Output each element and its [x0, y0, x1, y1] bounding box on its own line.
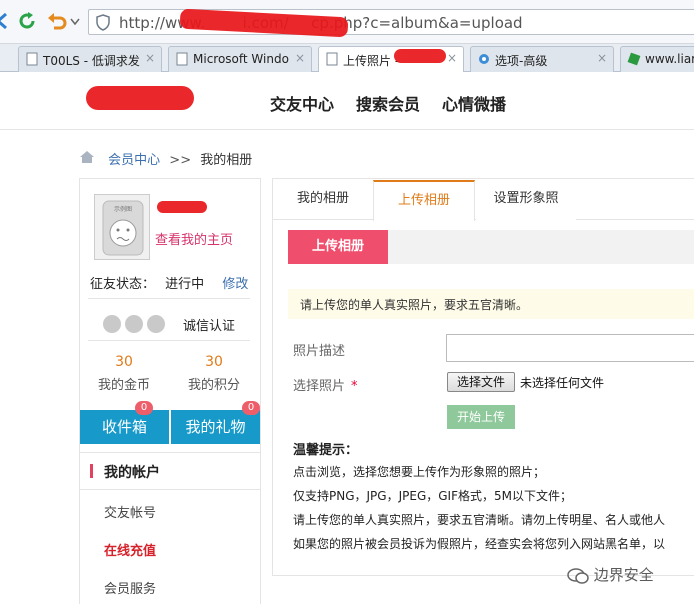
menu-dating-account[interactable]: 交友帐号 [104, 502, 156, 521]
gear-icon [479, 54, 489, 64]
required-mark: * [351, 379, 358, 394]
section-marker [90, 464, 93, 478]
close-icon[interactable]: × [295, 51, 305, 65]
address-bar[interactable]: http://www. i.com/ cp.php?c=album&a=uplo… [88, 9, 694, 35]
edit-status-link[interactable]: 修改 [222, 277, 248, 292]
tab-upload-album[interactable]: 上传相册 [373, 180, 475, 221]
divider [88, 340, 250, 341]
tip-line: 点击浏览，选择您想要上传作为形象照的照片； [293, 465, 546, 479]
nav-search-members[interactable]: 搜索会员 [356, 91, 420, 115]
message-icon [125, 315, 143, 333]
nav-mood-weibo[interactable]: 心情微播 [442, 91, 506, 115]
my-account-heading: 我的帐户 [104, 465, 160, 481]
default-avatar-icon: 示例图 [102, 200, 144, 256]
tab-my-album[interactable]: 我的相册 [273, 180, 373, 220]
dating-status-row: 征友状态： 进行中 修改 [90, 277, 249, 292]
inbox-count-badge: 0 [135, 401, 153, 415]
browser-toolbar: http://www. i.com/ cp.php?c=album&a=uplo… [0, 0, 694, 44]
choose-file-button[interactable]: 选择文件 [447, 372, 515, 392]
svg-text:示例图: 示例图 [114, 205, 132, 213]
close-icon[interactable]: × [145, 51, 155, 65]
view-homepage-link[interactable]: 查看我的主页 [155, 229, 233, 248]
tips-heading: 温馨提示： [293, 443, 359, 458]
page-icon [176, 52, 188, 66]
points-stat[interactable]: 30 我的积分 [174, 354, 254, 393]
chevron-down-icon[interactable] [70, 18, 80, 26]
close-icon[interactable]: × [597, 51, 607, 65]
start-upload-button[interactable]: 开始上传 [447, 405, 515, 429]
site-header: 交友中心 搜索会员 心情微播 [0, 72, 694, 130]
logo-redaction [86, 86, 194, 110]
menu-online-recharge[interactable]: 在线充值 [104, 540, 156, 559]
verification-icons [103, 315, 169, 333]
breadcrumb-member-center[interactable]: 会员中心 [108, 153, 160, 168]
gold-coins-stat[interactable]: 30 我的金币 [84, 354, 164, 393]
page-icon [326, 52, 338, 66]
avatar[interactable]: 示例图 [94, 194, 150, 260]
undo-icon[interactable] [46, 10, 68, 32]
page-icon [26, 52, 38, 66]
breadcrumb: 会员中心 >> 我的相册 [108, 153, 253, 168]
select-photo-label: 选择照片 * [293, 379, 358, 394]
breadcrumb-current: 我的相册 [200, 153, 253, 168]
tip-line: 如果您的照片被会员投诉为假照片，经查实会将您列入网站黑名单，以 [293, 537, 666, 551]
back-arrow-icon[interactable] [0, 10, 14, 32]
redaction-mark [394, 49, 446, 63]
status-value: 进行中 [165, 277, 205, 292]
wechat-icon [567, 567, 589, 584]
browser-tab-4[interactable]: 选项-高级 × [470, 46, 614, 72]
username-redaction [157, 201, 207, 213]
photo-description-label: 照片描述 [293, 344, 346, 359]
refresh-icon[interactable] [16, 10, 38, 32]
divider [80, 452, 261, 453]
tip-line: 仅支持PNG，JPG，JPEG，GIF格式，5M以下文件； [293, 489, 572, 503]
tab-set-profile-photo[interactable]: 设置形象照 [476, 180, 576, 220]
browser-tab-5[interactable]: www.liar [620, 46, 694, 72]
nav-dating-center[interactable]: 交友中心 [270, 91, 334, 115]
site-favicon-icon [627, 52, 641, 66]
inbox-button[interactable]: 收件箱 0 [80, 401, 169, 444]
watermark: 边界安全 [567, 564, 654, 585]
file-status-text: 未选择任何文件 [520, 376, 605, 390]
edit-icon [103, 315, 121, 333]
tab-strip: T00LS - 低调求发 × Microsoft Windo × 上传照片 - … [0, 44, 694, 73]
divider [80, 489, 261, 490]
tip-line: 请上传您的单人真实照片，要求五官清晰。请勿上传明星、名人或他人 [293, 513, 666, 527]
upload-heading: 上传相册 [288, 230, 388, 264]
shield-icon [96, 14, 110, 31]
browser-tab-1[interactable]: T00LS - 低调求发 × [18, 46, 162, 72]
my-gifts-button[interactable]: 我的礼物 0 [171, 401, 260, 444]
gifts-count-badge: 0 [242, 401, 260, 415]
divider [88, 298, 250, 299]
close-icon[interactable]: × [447, 51, 457, 65]
photo-requirement-notice: 请上传您的单人真实照片，要求五官清晰。 [288, 289, 694, 319]
browser-tab-2[interactable]: Microsoft Windo × [168, 46, 312, 72]
play-icon [147, 315, 165, 333]
menu-member-services[interactable]: 会员服务 [104, 578, 156, 597]
integrity-verification-label[interactable]: 诚信认证 [183, 315, 235, 334]
photo-description-input[interactable] [446, 334, 694, 362]
